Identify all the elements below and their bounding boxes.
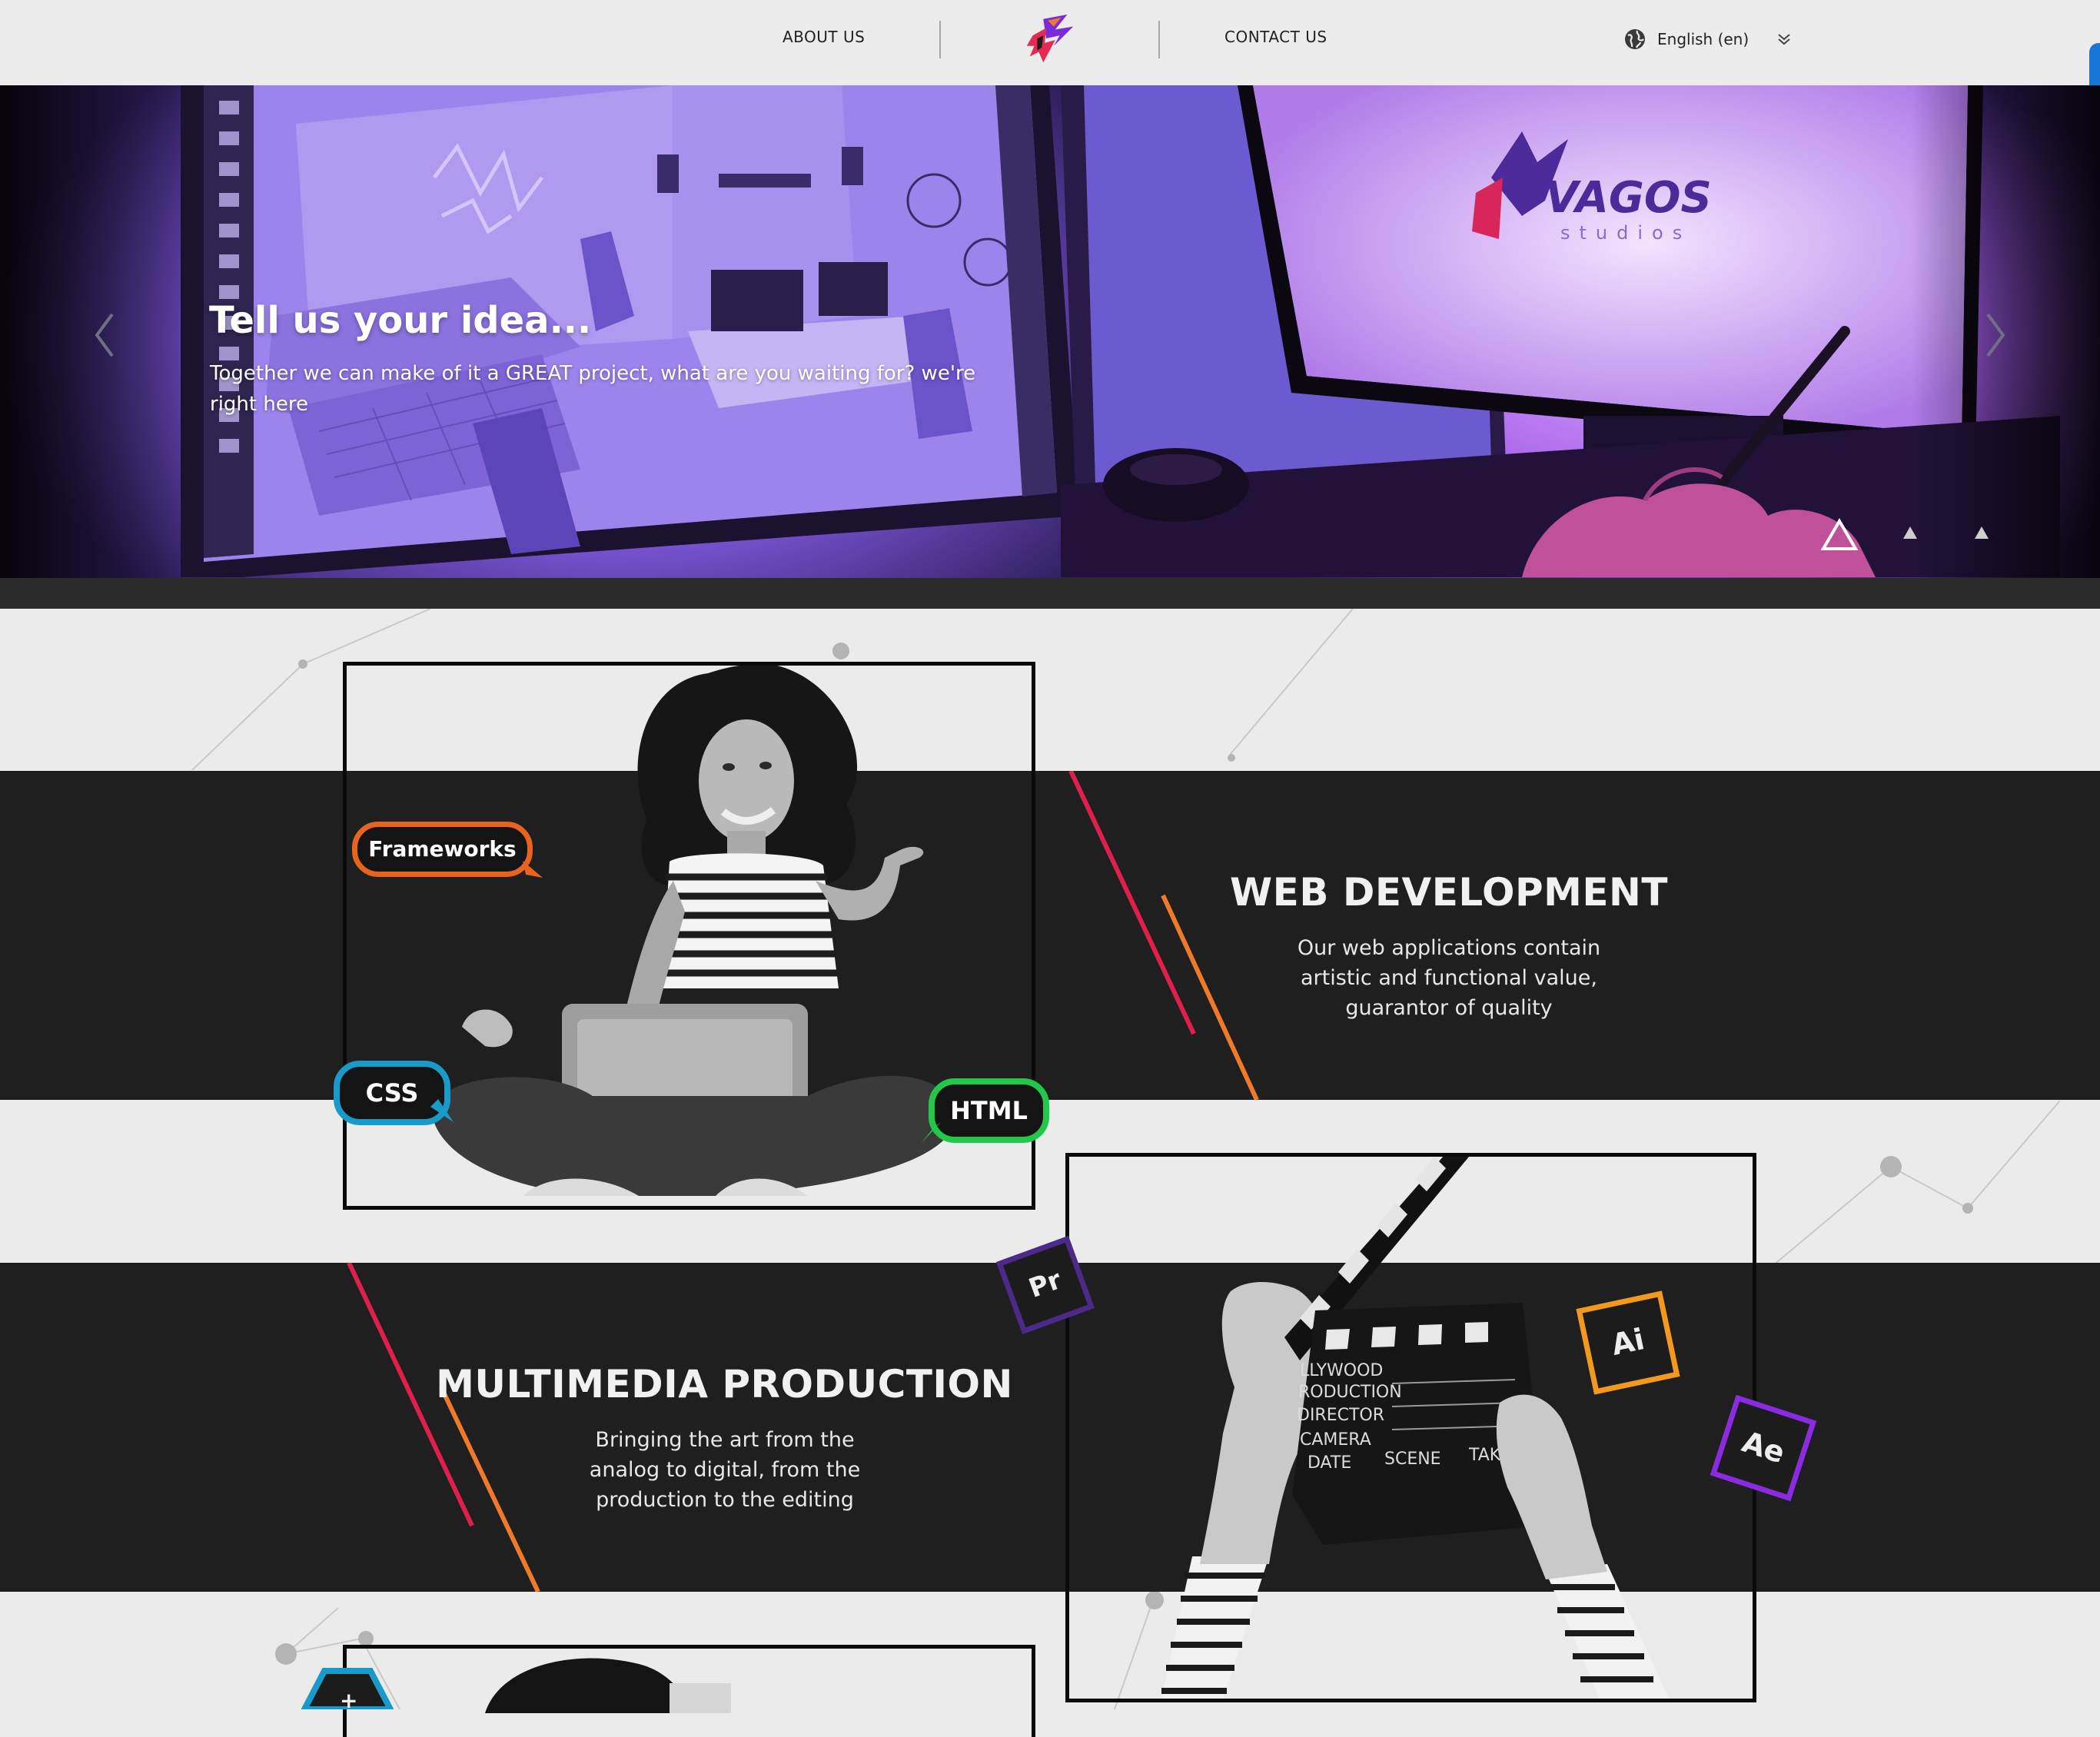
multimedia-title: MULTIMEDIA PRODUCTION — [436, 1362, 1013, 1407]
screen-logo-sub: studios — [1560, 222, 1691, 244]
clapper-line-4: CAMERA — [1300, 1430, 1371, 1450]
tag-frameworks: Frameworks — [352, 822, 533, 877]
nav-divider — [1158, 21, 1160, 58]
slider-prev-arrow-icon[interactable] — [89, 308, 120, 362]
slider-dot-icon[interactable] — [1973, 524, 1990, 541]
clapper-line-3: DIRECTOR — [1297, 1406, 1384, 1425]
bubble-tail-icon — [430, 1099, 454, 1122]
clapperboard-hands-photo: LLYWOOD RODUCTION DIRECTOR CAMERA DATE S… — [1161, 1157, 1669, 1699]
bubble-tail-icon — [921, 1122, 941, 1144]
nav-about-us[interactable]: ABOUT US — [783, 28, 865, 46]
multimedia-image-frame: LLYWOOD RODUCTION DIRECTOR CAMERA DATE S… — [1065, 1153, 1756, 1702]
globe-icon — [1625, 29, 1645, 49]
multimedia-description: Bringing the art from the analog to digi… — [589, 1428, 861, 1512]
language-label: English (en) — [1657, 30, 1749, 48]
nav-divider — [939, 21, 941, 58]
site-header: ABOUT US CONTACT US English (en) — [0, 0, 2100, 121]
screen-logo-text: VAGOS — [1545, 173, 1712, 223]
hero-slider: VAGOS studios Tell us your idea... Toget… — [0, 85, 2100, 578]
hero-title: Tell us your idea... — [209, 299, 592, 342]
chevron-down-icon — [1778, 34, 1790, 45]
accent-slash-decoration — [347, 1263, 540, 1592]
clapper-line-5: DATE — [1308, 1453, 1351, 1473]
web-dev-description: Our web applications contain artistic an… — [1297, 936, 1601, 1020]
web-dev-band — [0, 771, 2100, 1100]
clapper-line-1: LLYWOOD — [1300, 1361, 1383, 1380]
next-image-frame — [343, 1645, 1035, 1737]
badge-illustrator-icon: Ai — [1576, 1290, 1680, 1395]
slider-dot-icon[interactable] — [1902, 524, 1919, 541]
clapper-line-2: RODUCTION — [1298, 1383, 1402, 1402]
vagos-logo[interactable] — [1021, 12, 1081, 68]
hero-subtitle: Together we can make of it a GREAT proje… — [210, 362, 976, 416]
web-dev-title: WEB DEVELOPMENT — [1230, 870, 1668, 915]
slider-next-arrow-icon[interactable] — [1980, 308, 2011, 362]
nav-contact-us[interactable]: CONTACT US — [1224, 28, 1327, 46]
hero-monitor-logo: VAGOS studios — [1061, 85, 2060, 577]
tag-html: HTML — [929, 1078, 1049, 1143]
hero-bottom-strip — [0, 578, 2100, 609]
hexagon-badge-icon: + — [301, 1668, 394, 1709]
accent-slash-decoration — [1068, 771, 1259, 1100]
bubble-tail-icon — [523, 861, 543, 878]
vr-headset-person-photo — [485, 1658, 731, 1713]
slider-dot-active-icon[interactable] — [1820, 518, 1859, 552]
svg-text:+: + — [340, 1688, 357, 1709]
language-selector[interactable]: English (en) — [1623, 28, 1792, 51]
clapper-line-6: SCENE — [1384, 1450, 1441, 1469]
